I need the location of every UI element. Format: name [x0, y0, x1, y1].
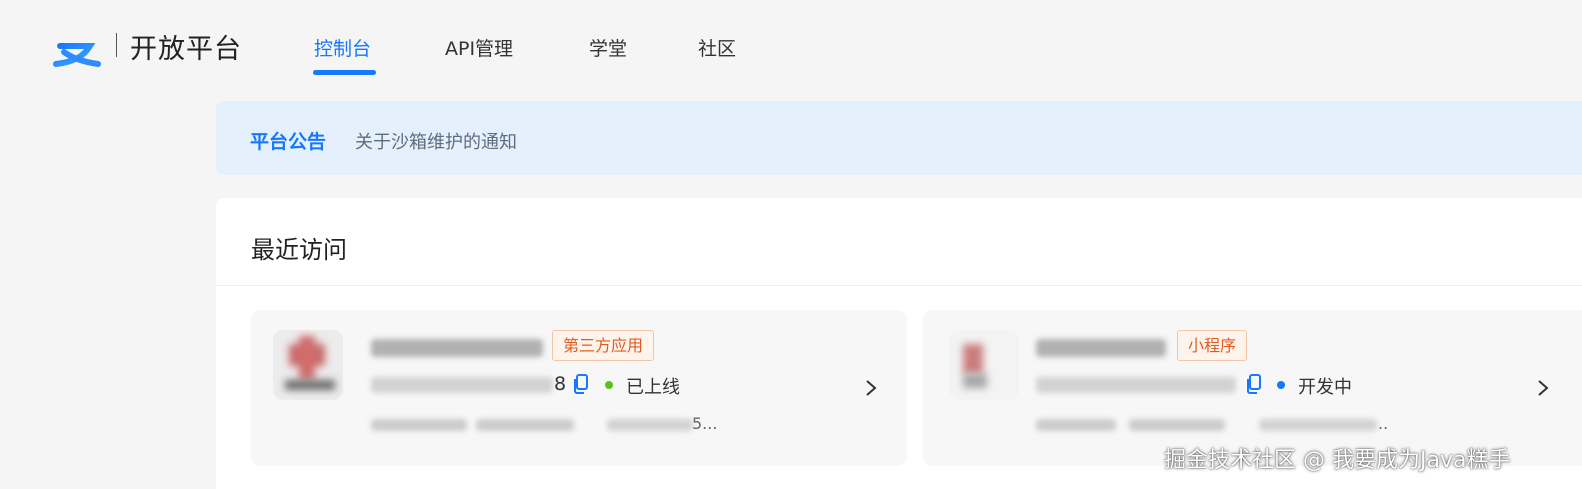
- platform-title[interactable]: 开放平台: [130, 27, 242, 66]
- app-id-tail: 8: [554, 373, 567, 395]
- app-id-redacted: [1036, 377, 1236, 393]
- app-id-redacted: [371, 377, 553, 393]
- announcement-link[interactable]: 关于沙箱维护的通知: [355, 128, 517, 154]
- status-dot: [605, 381, 613, 389]
- app-info-redacted: [1259, 419, 1377, 431]
- chevron-right-icon[interactable]: [864, 378, 878, 398]
- app-name-redacted: [371, 339, 543, 357]
- nav-tab-community[interactable]: 社区: [698, 34, 736, 61]
- chevron-right-icon[interactable]: [1536, 378, 1550, 398]
- copy-icon[interactable]: [1246, 374, 1262, 394]
- logo-divider: [116, 33, 117, 57]
- app-type-tag: 小程序: [1177, 330, 1248, 361]
- recent-visits-title: 最近访问: [251, 236, 347, 264]
- app-status: 已上线: [626, 377, 680, 398]
- app-info-tail: ..: [1378, 414, 1389, 433]
- app-status: 开发中: [1298, 377, 1352, 398]
- copy-icon[interactable]: [573, 374, 589, 394]
- app-avatar: [949, 330, 1019, 400]
- nav-active-indicator: [313, 70, 376, 75]
- announcement-label: 平台公告: [250, 131, 327, 153]
- app-info-redacted: [1036, 419, 1116, 431]
- app-info-redacted: [607, 419, 693, 431]
- panel-divider: [216, 285, 1582, 286]
- status-dot: [1277, 381, 1285, 389]
- nav-tab-academy[interactable]: 学堂: [589, 34, 627, 61]
- app-info-redacted: [1129, 419, 1225, 431]
- nav-tab-api-management[interactable]: API管理: [445, 34, 513, 61]
- watermark-text: 掘金技术社区 @ 我要成为Java糕手: [1164, 448, 1511, 473]
- app-info-redacted: [371, 419, 467, 431]
- app-info-redacted: [476, 419, 574, 431]
- nav-tab-console[interactable]: 控制台: [314, 34, 371, 61]
- recent-app-card[interactable]: 第三方应用 8 已上线 5...: [251, 310, 907, 466]
- app-avatar: [273, 330, 343, 400]
- app-info-tail: 5...: [692, 414, 718, 433]
- app-type-tag: 第三方应用: [552, 330, 655, 361]
- app-name-redacted: [1036, 339, 1166, 357]
- alipay-logo-icon[interactable]: [50, 24, 102, 68]
- announcement-bar: 平台公告 关于沙箱维护的通知: [216, 101, 1582, 175]
